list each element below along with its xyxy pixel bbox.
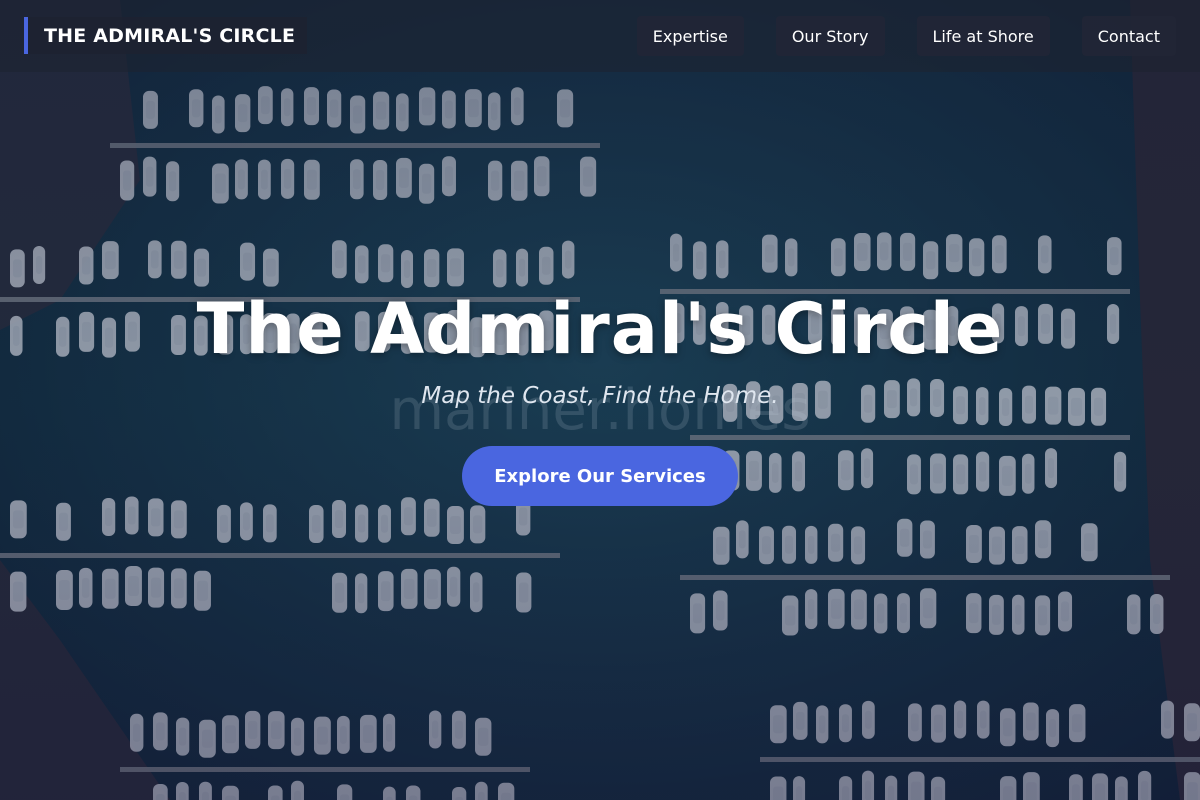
hero-title: The Admiral's Circle	[196, 288, 1004, 370]
hero-subtitle: Map the Coast, Find the Home.	[421, 383, 779, 409]
hero-section: mariner.homes The Admiral's Circle Map t…	[0, 0, 1200, 800]
explore-services-button[interactable]: Explore Our Services	[462, 446, 738, 506]
